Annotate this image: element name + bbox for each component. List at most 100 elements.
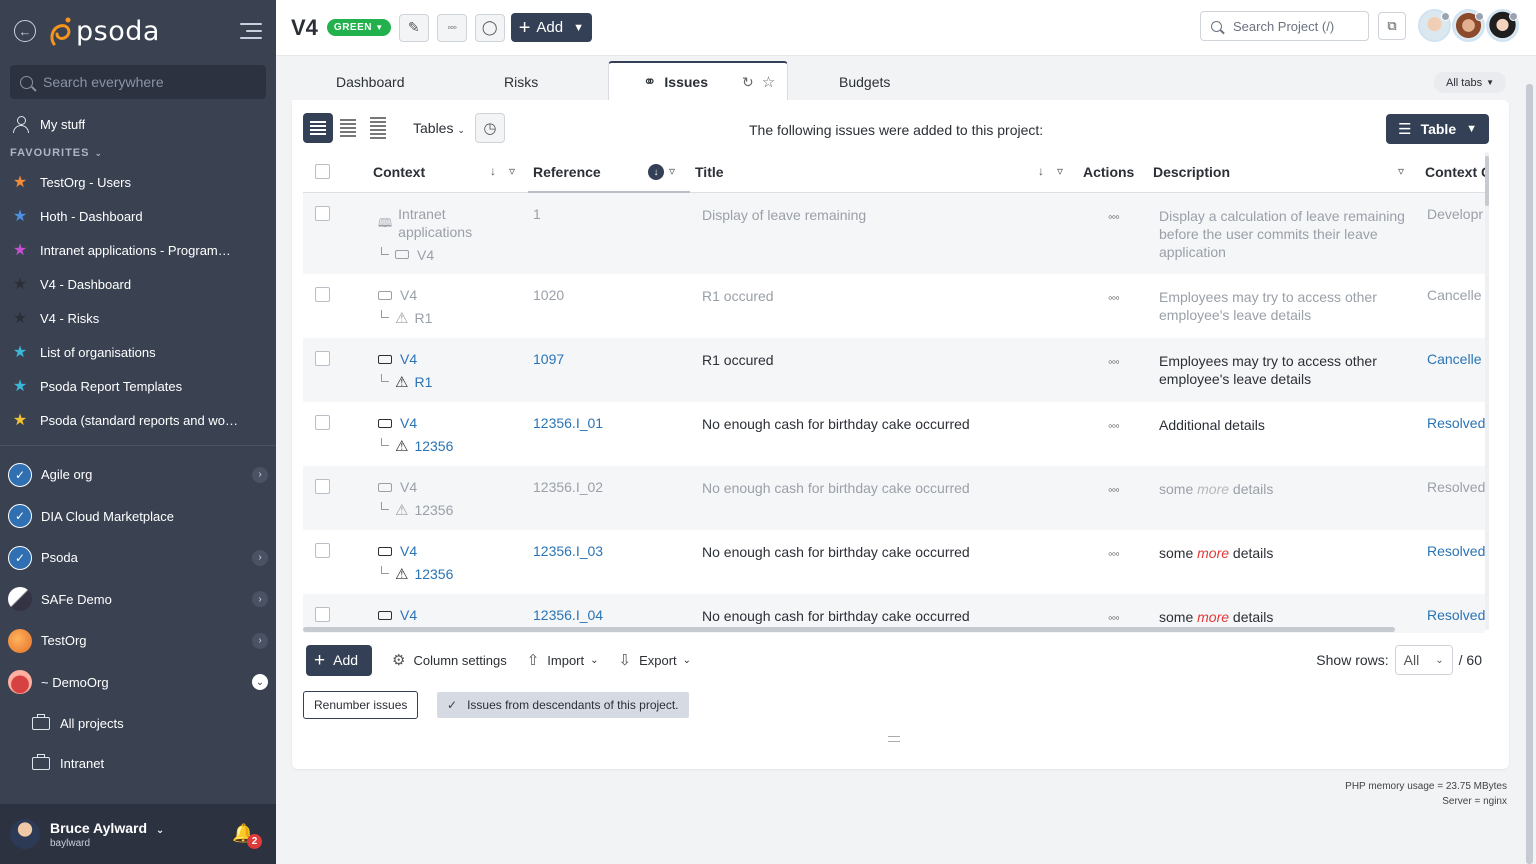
filter-icon[interactable]: ▿	[669, 164, 675, 178]
more-actions-icon[interactable]: ◦◦◦	[1108, 209, 1120, 224]
row-checkbox[interactable]	[315, 415, 330, 430]
context-status-cell[interactable]: Resolved	[1421, 466, 1485, 530]
view-dense-button[interactable]	[363, 113, 393, 143]
context-child-link[interactable]: 12356	[414, 438, 453, 454]
chevron-right-icon[interactable]: ›	[252, 591, 268, 608]
table-row[interactable]: 🕮 Intranet applications V4 1 Display of leav…	[303, 192, 1485, 274]
descendants-toggle[interactable]: ✓ Issues from descendants of this projec…	[437, 692, 689, 718]
sort-arrow-icon[interactable]: ↓	[1038, 164, 1044, 178]
more-actions-icon[interactable]: ◦◦◦	[1108, 354, 1120, 369]
favourite-item[interactable]: ★ Psoda (standard reports and work...	[0, 403, 276, 437]
add-issue-button[interactable]: + Add	[306, 644, 373, 676]
context-parent-link[interactable]: V4	[400, 478, 417, 496]
column-header-context-c[interactable]: Context C	[1421, 152, 1485, 193]
context-status-cell[interactable]: Cancelle	[1421, 338, 1485, 402]
context-status-cell[interactable]: Resolved	[1421, 594, 1485, 633]
reference-cell[interactable]: 12356.I_03	[528, 530, 690, 594]
horizontal-scrollbar[interactable]	[303, 627, 1395, 632]
table-row[interactable]: V4 ⚠ R1 1097 R1 occured ◦◦◦ Employees may try …	[303, 338, 1485, 402]
header-add-button[interactable]: + Add ▼	[510, 13, 592, 42]
table-row[interactable]: V4 ⚠ 12356 12356.I_01 No enough cash for bir…	[303, 402, 1485, 466]
view-compact-button[interactable]	[333, 113, 363, 143]
more-actions-icon[interactable]: ◦◦◦	[1108, 546, 1120, 561]
team-avatar[interactable]	[1486, 9, 1519, 42]
vertical-scrollbar[interactable]	[1485, 156, 1489, 206]
export-button[interactable]: ⇩ Export ⌄	[619, 651, 692, 669]
more-actions-icon[interactable]: ◦◦◦	[1108, 610, 1120, 625]
back-icon[interactable]: ←	[14, 20, 36, 42]
column-header-reference[interactable]: Reference ↓ ▿	[528, 152, 690, 193]
global-search-input[interactable]: Search everywhere	[10, 65, 266, 99]
star-icon[interactable]: ☆	[762, 73, 775, 91]
more-actions-icon[interactable]: ◦◦◦	[1108, 482, 1120, 497]
page-scrollbar[interactable]	[1526, 84, 1533, 864]
my-stuff-link[interactable]: My stuff	[0, 107, 276, 141]
psoda-logo[interactable]: psoda	[48, 16, 160, 47]
collapse-sidebar-icon[interactable]	[238, 23, 262, 39]
more-actions-icon[interactable]: ◦◦◦	[1108, 290, 1120, 305]
context-parent-link[interactable]: V4	[400, 350, 417, 368]
row-checkbox[interactable]	[315, 543, 330, 558]
favourite-item[interactable]: ★ List of organisations	[0, 335, 276, 369]
column-header-description[interactable]: Description ▿	[1150, 152, 1421, 193]
chevron-down-icon[interactable]: ⌄	[252, 674, 268, 691]
chevron-right-icon[interactable]: ›	[252, 632, 268, 649]
tab-risks[interactable]: Risks	[504, 74, 538, 90]
reference-cell[interactable]: 12356.I_02	[528, 466, 690, 530]
view-comfortable-button[interactable]	[303, 113, 333, 143]
table-row[interactable]: V4 ⚠ 12356 12356.I_03 No enough cash for bir…	[303, 530, 1485, 594]
filter-icon[interactable]: ▿	[1398, 164, 1404, 178]
org-item[interactable]: SAFe Demo ›	[0, 579, 276, 621]
context-child-link[interactable]: 12356	[414, 502, 453, 518]
reference-cell[interactable]: 1020	[528, 274, 690, 338]
all-tabs-button[interactable]: All tabs ▼	[1434, 72, 1506, 93]
import-button[interactable]: ⇧ Import ⌄	[527, 651, 599, 669]
context-child-link[interactable]: 12356	[414, 566, 453, 582]
row-checkbox[interactable]	[315, 205, 330, 221]
context-parent-link[interactable]: V4	[400, 606, 417, 624]
org-item[interactable]: ✓ DIA Cloud Marketplace	[0, 496, 276, 538]
select-all-checkbox[interactable]	[315, 164, 330, 180]
column-header-title[interactable]: Title ↓ ▿	[690, 152, 1080, 193]
context-status-cell[interactable]: Resolved	[1421, 402, 1485, 466]
vertical-scroll-track[interactable]	[1485, 152, 1489, 630]
chart-toggle-icon[interactable]: ◷	[474, 113, 505, 143]
refresh-icon[interactable]: ↻	[742, 74, 754, 91]
team-avatar[interactable]	[1418, 9, 1451, 42]
tab-issues[interactable]: ⚭ Issues ↻ ☆	[608, 61, 788, 101]
row-checkbox[interactable]	[315, 607, 330, 622]
reference-cell[interactable]: 1	[528, 192, 690, 274]
favourite-item[interactable]: ★ Psoda Report Templates	[0, 369, 276, 403]
reference-cell[interactable]: 1097	[528, 338, 690, 402]
edit-pencil-icon[interactable]: ✎	[398, 13, 429, 42]
external-link-icon[interactable]: ⧉	[1378, 12, 1406, 40]
tab-dashboard[interactable]: Dashboard	[336, 74, 405, 90]
team-avatar[interactable]	[1452, 9, 1485, 42]
favourite-item[interactable]: ★ V4 - Dashboard	[0, 267, 276, 301]
favourite-item[interactable]: ★ TestOrg - Users	[0, 165, 276, 199]
status-badge[interactable]: GREEN ▼	[326, 19, 391, 36]
sort-active-icon[interactable]: ↓	[648, 164, 664, 180]
tab-budgets[interactable]: Budgets	[839, 74, 890, 90]
table-row[interactable]: V4 ⚠ R1 1020 R1 occured ◦◦◦ Employees may try …	[303, 274, 1485, 338]
favourites-header[interactable]: FAVOURITES ⌄	[0, 141, 276, 165]
favourite-item[interactable]: ★ Intranet applications - Programme...	[0, 233, 276, 267]
row-checkbox[interactable]	[315, 287, 330, 302]
context-parent-link[interactable]: Intranet applications	[398, 205, 488, 241]
context-parent-link[interactable]: V4	[400, 414, 417, 432]
more-options-icon[interactable]: ◦◦◦	[436, 13, 467, 42]
org-item[interactable]: ✓ Psoda ›	[0, 537, 276, 579]
filter-icon[interactable]: ▿	[509, 164, 515, 178]
notifications-bell-icon[interactable]: 🔔 2	[232, 823, 262, 849]
column-settings-button[interactable]: ⚙ Column settings	[392, 651, 507, 669]
tag-icon[interactable]: ◯	[474, 13, 505, 42]
chevron-right-icon[interactable]: ›	[252, 466, 268, 483]
table-view-dropdown[interactable]: ☰ Table ▼	[1386, 114, 1489, 144]
context-parent-link[interactable]: V4	[400, 542, 417, 560]
context-status-cell[interactable]: Resolved	[1421, 530, 1485, 594]
context-status-cell[interactable]: Cancelle	[1421, 274, 1485, 338]
context-status-cell[interactable]: Developr	[1421, 192, 1485, 274]
org-item[interactable]: ✓ Agile org ›	[0, 454, 276, 496]
favourite-item[interactable]: ★ V4 - Risks	[0, 301, 276, 335]
tables-dropdown[interactable]: Tables ⌄	[413, 120, 465, 136]
